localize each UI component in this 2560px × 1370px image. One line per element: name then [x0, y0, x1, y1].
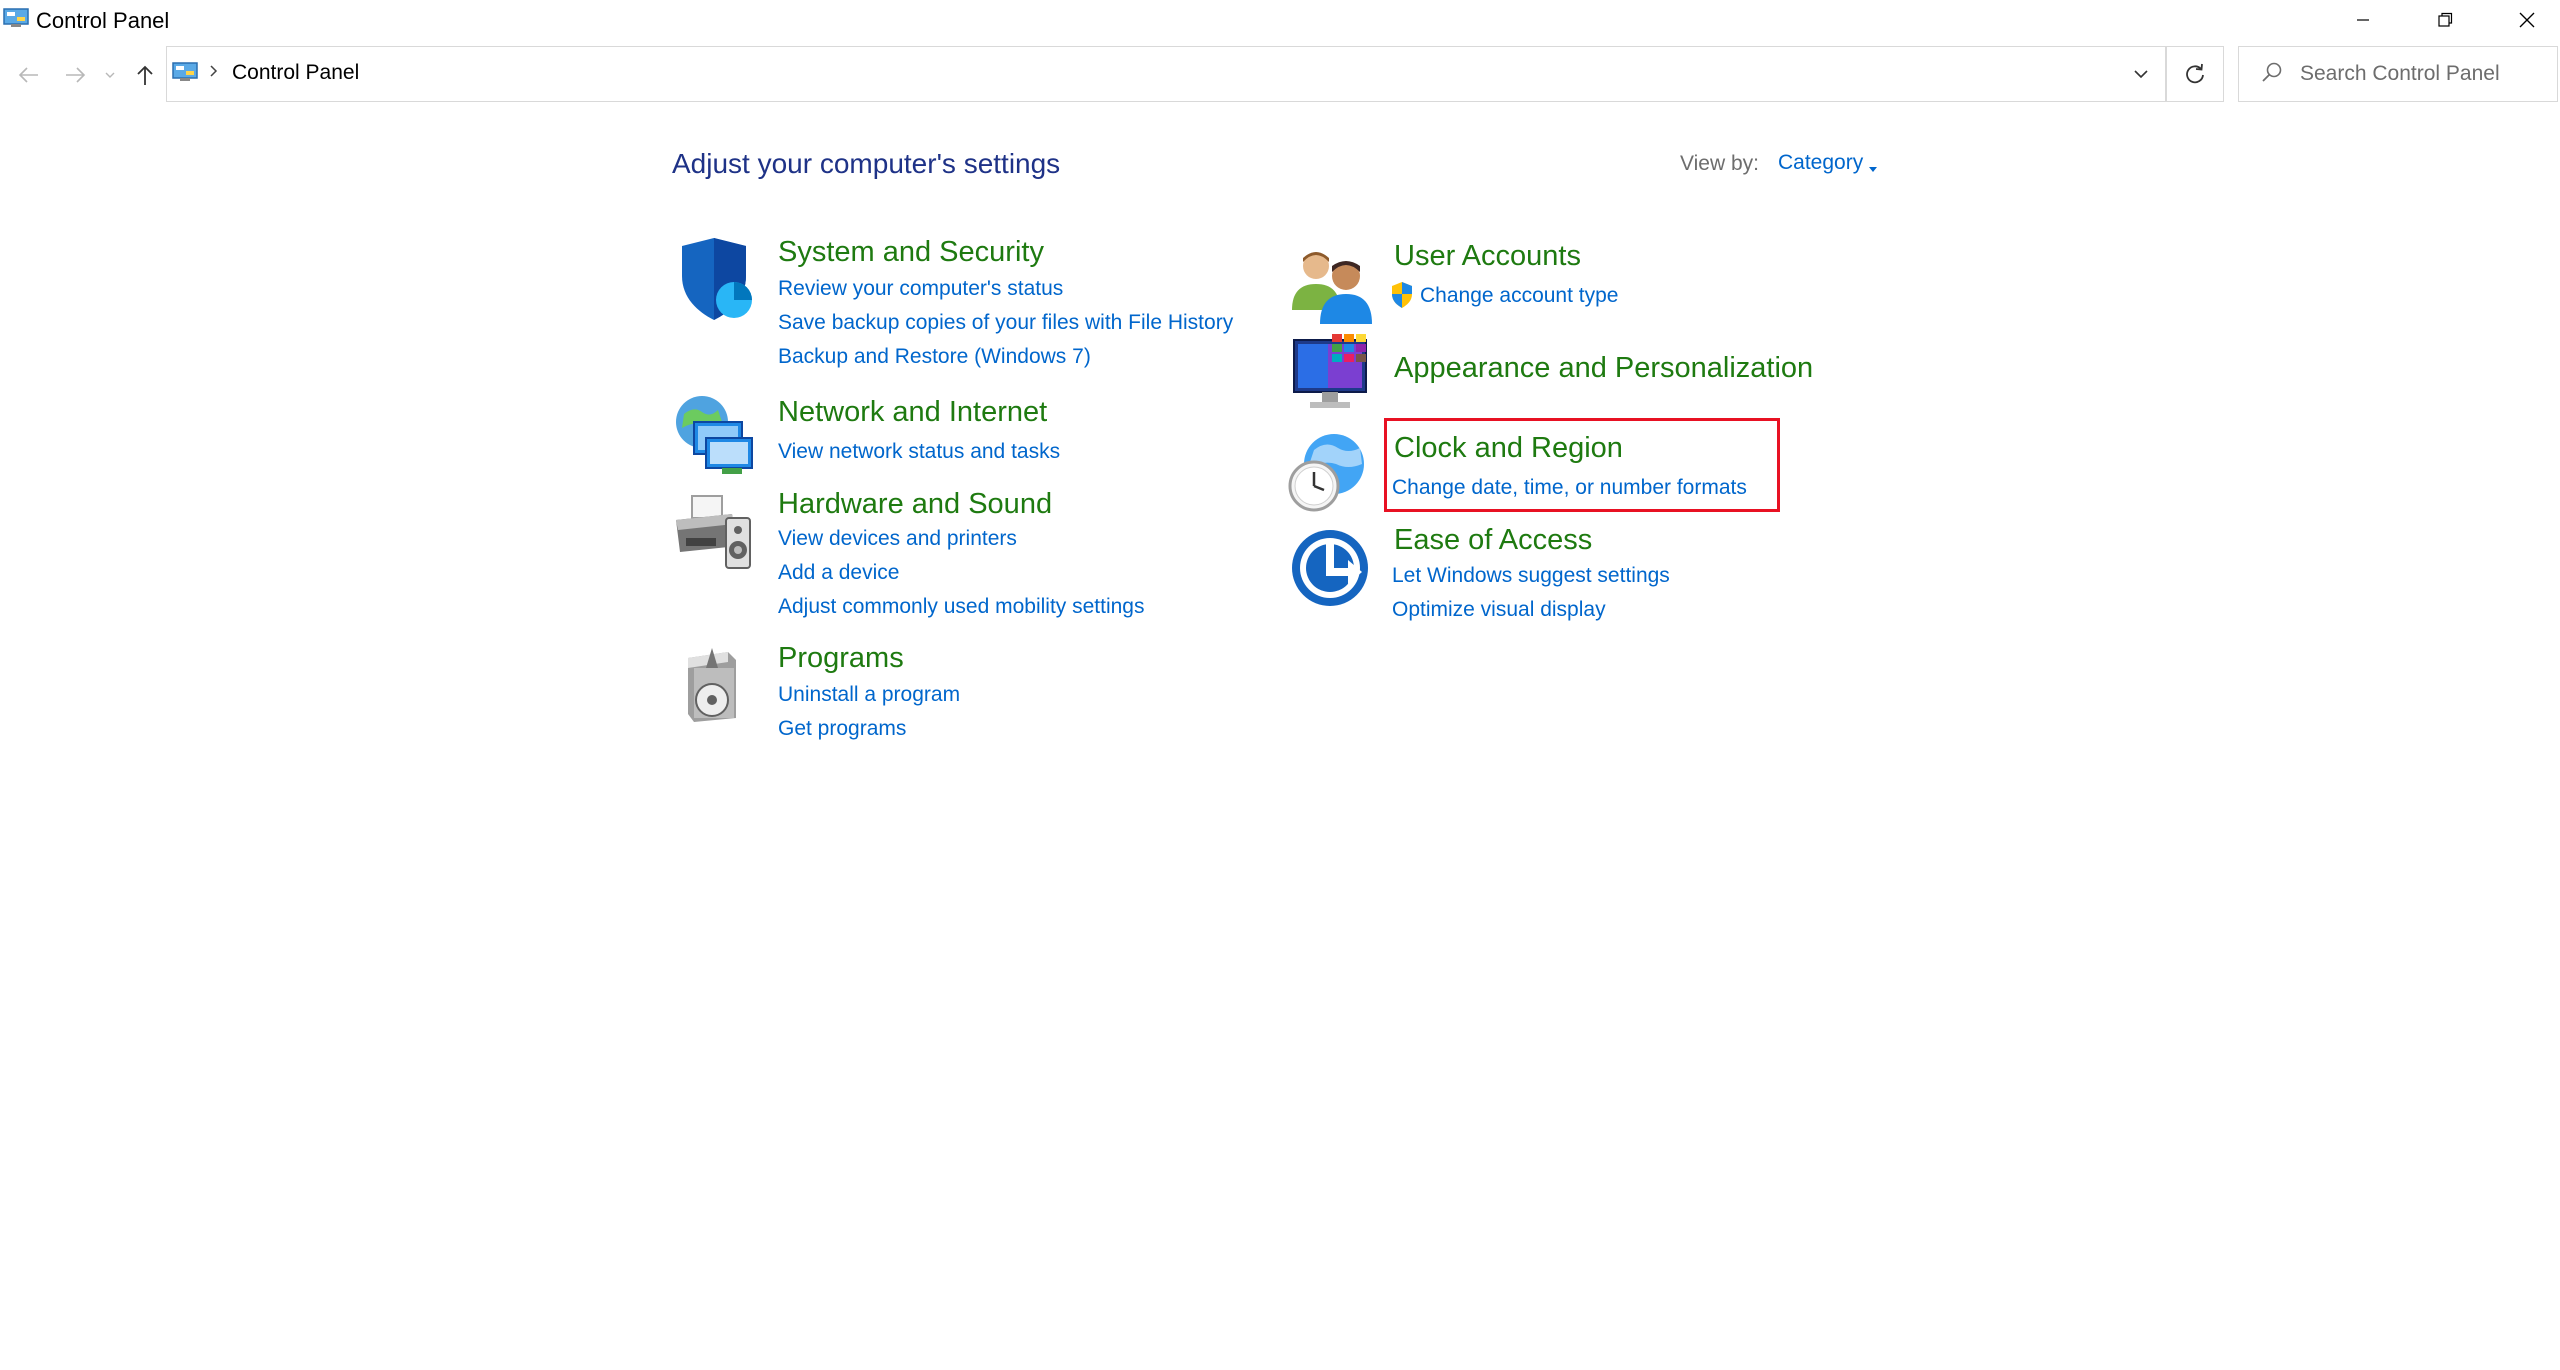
view-by-dropdown[interactable]: Category [1778, 151, 1863, 175]
restore-icon [2438, 12, 2453, 27]
arrow-left-icon [18, 67, 38, 83]
view-by-label: View by: [1680, 152, 1759, 175]
users-icon[interactable] [1290, 244, 1374, 328]
add-device-link[interactable]: Add a device [778, 561, 899, 585]
chevron-down-icon [105, 72, 115, 78]
network-status-link[interactable]: View network status and tasks [778, 440, 1060, 464]
refresh-button[interactable] [2166, 46, 2224, 102]
refresh-icon [2186, 63, 2204, 84]
page-title: Adjust your computer's settings [672, 148, 1061, 179]
mobility-settings-link[interactable]: Adjust commonly used mobility settings [778, 595, 1145, 619]
title-bar [0, 0, 2560, 40]
minimize-icon [2357, 19, 2369, 21]
appearance-personalization-title[interactable]: Appearance and Personalization [1394, 352, 1813, 385]
breadcrumb-separator-icon[interactable] [208, 62, 220, 85]
control-panel-icon [3, 8, 29, 28]
optimize-display-link[interactable]: Optimize visual display [1392, 598, 1606, 622]
back-button[interactable] [12, 58, 46, 92]
search-input[interactable] [2300, 58, 2540, 90]
review-status-link[interactable]: Review your computer's status [778, 277, 1063, 301]
clock-globe-icon[interactable] [1286, 430, 1370, 514]
devices-printers-link[interactable]: View devices and printers [778, 527, 1017, 551]
arrow-up-icon [137, 65, 153, 85]
file-history-link[interactable]: Save backup copies of your files with Fi… [778, 311, 1233, 335]
address-bar[interactable] [166, 46, 2166, 102]
hardware-sound-title[interactable]: Hardware and Sound [778, 488, 1052, 521]
close-button[interactable] [2486, 0, 2560, 40]
uac-shield-icon [1390, 282, 1414, 313]
appearance-monitor-icon[interactable] [1292, 334, 1376, 418]
suggest-settings-link[interactable]: Let Windows suggest settings [1392, 564, 1670, 588]
printer-speaker-icon[interactable] [672, 490, 756, 574]
address-dropdown-button[interactable] [2126, 60, 2156, 88]
breadcrumb-control-panel[interactable]: Control Panel [232, 61, 359, 85]
close-icon [2519, 12, 2535, 28]
network-globe-icon[interactable] [672, 392, 756, 476]
restore-button[interactable] [2404, 0, 2486, 40]
get-programs-link[interactable]: Get programs [778, 717, 906, 741]
chevron-down-icon [2134, 70, 2148, 79]
minimize-button[interactable] [2322, 0, 2404, 40]
search-icon [2260, 60, 2284, 89]
programs-box-icon[interactable] [672, 644, 756, 728]
ease-of-access-icon[interactable] [1290, 526, 1374, 610]
uninstall-program-link[interactable]: Uninstall a program [778, 683, 960, 707]
caret-down-icon[interactable] [1868, 160, 1878, 178]
recent-locations-button[interactable] [98, 58, 122, 92]
arrow-right-icon [66, 67, 86, 83]
user-accounts-title[interactable]: User Accounts [1394, 240, 1581, 273]
highlight-box [1384, 418, 1780, 512]
shield-icon[interactable] [672, 238, 756, 322]
up-button[interactable] [128, 58, 162, 92]
programs-title[interactable]: Programs [778, 642, 904, 675]
control-panel-icon [172, 62, 198, 82]
network-internet-title[interactable]: Network and Internet [778, 396, 1047, 429]
change-account-type-link[interactable]: Change account type [1420, 284, 1618, 308]
system-security-title[interactable]: System and Security [778, 236, 1044, 269]
window-title: Control Panel [36, 8, 170, 33]
ease-of-access-title[interactable]: Ease of Access [1394, 524, 1592, 557]
forward-button[interactable] [58, 58, 92, 92]
backup-restore-link[interactable]: Backup and Restore (Windows 7) [778, 345, 1091, 369]
